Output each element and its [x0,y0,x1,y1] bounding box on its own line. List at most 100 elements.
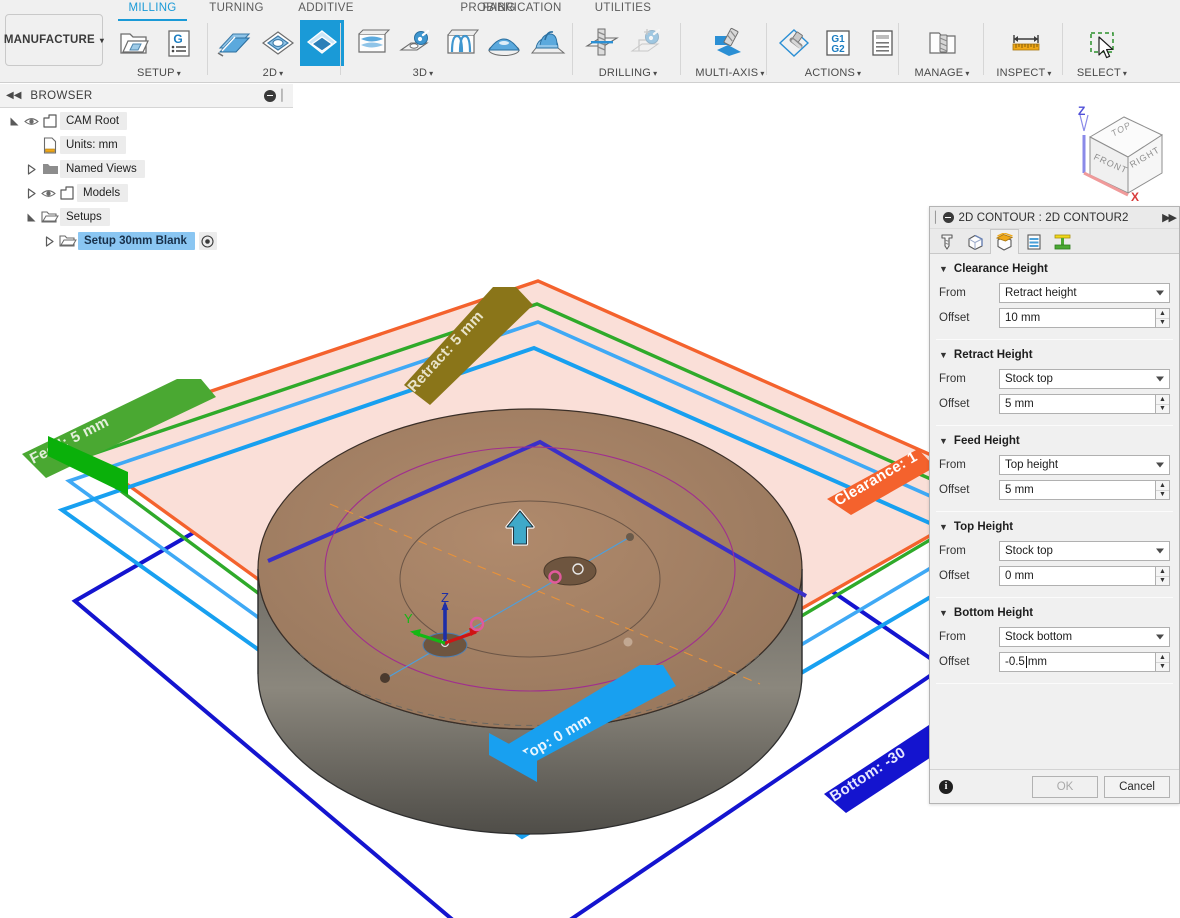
group-header-top-height[interactable]: ▼ Top Height [939,518,1170,536]
dialog-tab-geometry[interactable] [961,229,990,254]
dialog-tab-tool[interactable] [932,229,961,254]
select-bottom-from[interactable]: Stock bottom [999,627,1170,647]
tree-row-named-views[interactable]: Named Views [0,157,293,181]
visibility-eye-icon[interactable] [40,188,57,199]
twisty-expanded-icon[interactable] [25,211,38,224]
spinner-feed-offset[interactable]: 5 mm ▲ ▼ [999,480,1170,500]
tree-row-setup-30mm-blank[interactable]: Setup 30mm Blank [0,229,293,253]
tree-row-units[interactable]: Units: mm [0,133,293,157]
multiaxis-contour-button[interactable] [708,20,752,66]
group-header-feed-height[interactable]: ▼ Feed Height [939,432,1170,450]
scallop-button[interactable] [482,20,526,66]
input-retract-offset[interactable]: 5 mm [999,394,1155,414]
minimize-icon[interactable] [263,89,276,102]
ribbon-panel-2d-label[interactable]: 2D ▾ [210,67,336,80]
expand-right-icon[interactable]: ▶▶ [1162,211,1177,224]
panel-grip-icon[interactable]: ⎢ [281,89,287,102]
spinner-bottom-offset[interactable]: -0.5 mm ▲ ▼ [999,652,1170,672]
group-header-bottom-height[interactable]: ▼ Bottom Height [939,604,1170,622]
ribbon-tab-milling[interactable]: MILLING [118,1,187,21]
spinner-up-icon[interactable]: ▲ [1156,653,1169,663]
chevron-down-icon: ▾ [1122,69,1128,78]
select-clearance-from[interactable]: Retract height [999,283,1170,303]
ribbon-tab-utilities[interactable]: UTILITIES [586,1,660,19]
spinner-up-icon[interactable]: ▲ [1156,567,1169,577]
setup-origin-target-icon[interactable] [198,232,217,250]
ribbon-panel-3d-label[interactable]: 3D ▾ [338,67,508,80]
input-bottom-offset[interactable]: -0.5 mm [999,652,1155,672]
face-button[interactable] [212,20,256,66]
dialog-tab-heights[interactable] [990,229,1019,255]
spinner-up-icon[interactable]: ▲ [1156,309,1169,319]
bore-button[interactable] [624,20,668,66]
simulate-button[interactable] [772,20,816,66]
contour2d-button[interactable] [300,20,344,66]
drill-button[interactable] [580,20,624,66]
ribbon-panel-drilling-label[interactable]: DRILLING ▾ [578,67,678,80]
select-top-from[interactable]: Stock top [999,541,1170,561]
spinner-buttons[interactable]: ▲ ▼ [1155,652,1170,672]
select-retract-from[interactable]: Stock top [999,369,1170,389]
parallel-button[interactable] [438,20,482,66]
ribbon-panel-select-label[interactable]: SELECT ▾ [1066,67,1138,80]
input-feed-offset[interactable]: 5 mm [999,480,1155,500]
tree-row-cam-root[interactable]: CAM Root [0,109,293,133]
spinner-down-icon[interactable]: ▼ [1156,577,1169,586]
spinner-up-icon[interactable]: ▲ [1156,395,1169,405]
dialog-grip-icon[interactable]: ⎢ [934,211,940,224]
collapse-panel-icon[interactable]: ◀◀ [6,90,21,101]
twisty-collapsed-icon[interactable] [25,163,38,176]
view-cube[interactable]: TOP FRONT RIGHT Z X [1058,95,1178,207]
info-icon[interactable]: i [939,779,953,794]
group-header-retract-height[interactable]: ▼ Retract Height [939,346,1170,364]
spinner-buttons[interactable]: ▲ ▼ [1155,394,1170,414]
dialog-title-bar[interactable]: ⎢ 2D CONTOUR : 2D CONTOUR2 ▶▶ [930,207,1179,229]
spinner-down-icon[interactable]: ▼ [1156,319,1169,328]
ribbon-panel-setup-label[interactable]: SETUP ▾ [110,67,208,80]
tree-row-models[interactable]: Models [0,181,293,205]
adaptive3d-button[interactable] [350,20,394,66]
spinner-down-icon[interactable]: ▼ [1156,663,1169,672]
tool-library-button[interactable] [921,20,965,66]
spinner-top-offset[interactable]: 0 mm ▲ ▼ [999,566,1170,586]
spiral-button[interactable] [526,20,570,66]
twisty-collapsed-icon[interactable] [25,187,38,200]
workspace-switcher-button[interactable]: MANUFACTURE ▾ [4,14,104,66]
probe-button[interactable] [394,20,438,66]
setup-button[interactable] [112,20,156,66]
tree-row-setups[interactable]: Setups [0,205,293,229]
input-top-offset[interactable]: 0 mm [999,566,1155,586]
spinner-down-icon[interactable]: ▼ [1156,405,1169,414]
spinner-buttons[interactable]: ▲ ▼ [1155,566,1170,586]
dialog-tab-linking[interactable] [1048,229,1077,254]
post-process-button[interactable]: G1 G2 [816,20,860,66]
select-feed-from[interactable]: Top height [999,455,1170,475]
spinner-down-icon[interactable]: ▼ [1156,491,1169,500]
ncprogram-button[interactable]: G [156,20,200,66]
spinner-retract-offset[interactable]: 5 mm ▲ ▼ [999,394,1170,414]
ribbon-tab-turning[interactable]: TURNING [202,1,271,19]
operation-dialog[interactable]: ⎢ 2D CONTOUR : 2D CONTOUR2 ▶▶ ▼ Clearanc… [929,206,1180,804]
visibility-eye-icon[interactable] [23,116,40,127]
cancel-button[interactable]: Cancel [1104,775,1170,798]
input-clearance-offset[interactable]: 10 mm [999,308,1155,328]
collapse-dialog-icon[interactable] [942,212,954,223]
adaptive2d-button[interactable] [256,20,300,66]
dialog-footer: i OK Cancel [930,769,1179,803]
spinner-up-icon[interactable]: ▲ [1156,481,1169,491]
ribbon-panel-actions-label[interactable]: ACTIONS ▾ [772,67,894,80]
dialog-tab-passes[interactable] [1019,229,1048,254]
twisty-collapsed-icon[interactable] [43,235,56,248]
spinner-clearance-offset[interactable]: 10 mm ▲ ▼ [999,308,1170,328]
spinner-buttons[interactable]: ▲ ▼ [1155,308,1170,328]
ribbon-panel-inspect-label[interactable]: INSPECT ▾ [988,67,1060,80]
ribbon-panel-manage-label[interactable]: MANAGE ▾ [904,67,980,80]
group-header-clearance-height[interactable]: ▼ Clearance Height [939,260,1170,278]
measure-button[interactable] [1004,20,1048,66]
ribbon-tab-additive[interactable]: ADDITIVE [290,1,362,19]
ribbon-tab-fabrication[interactable]: FABRICATION [472,1,572,19]
twisty-expanded-icon[interactable] [8,115,21,128]
ok-button[interactable]: OK [1032,775,1098,798]
spinner-buttons[interactable]: ▲ ▼ [1155,480,1170,500]
ribbon-panel-multiaxis-label[interactable]: MULTI-AXIS ▾ [684,67,776,80]
